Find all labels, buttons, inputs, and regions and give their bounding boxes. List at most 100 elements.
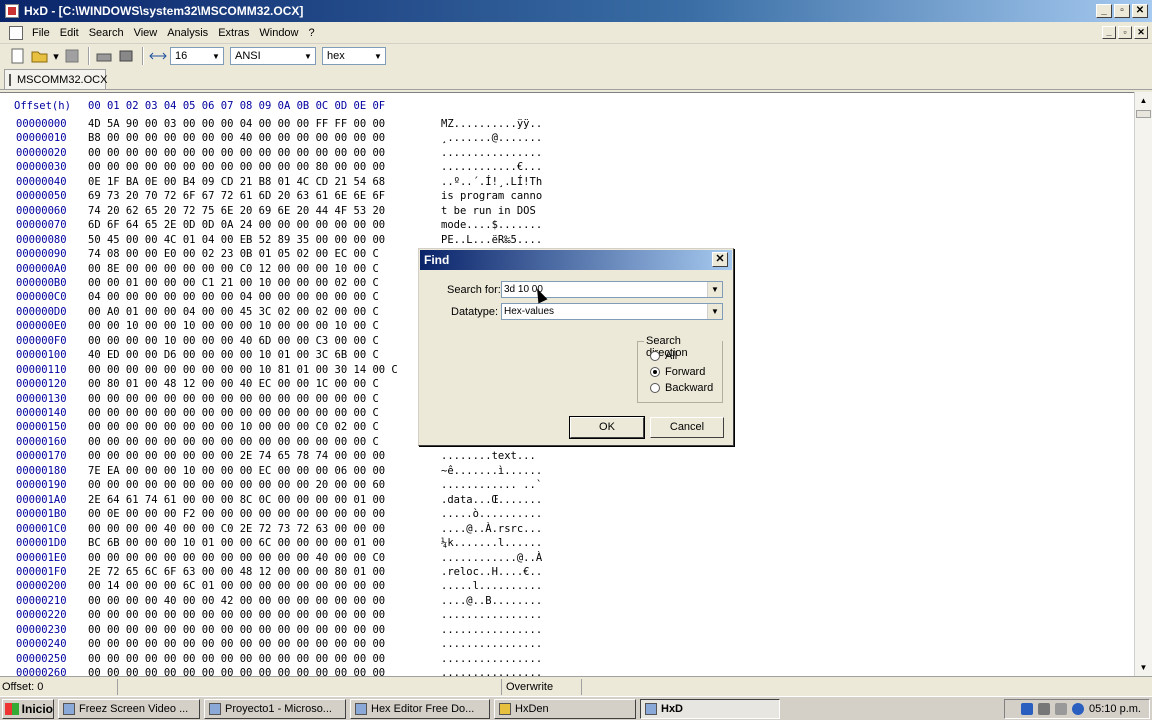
row-hex-bytes[interactable]: 00 00 01 00 00 00 C1 21 00 10 00 00 00 0… xyxy=(88,277,379,289)
cancel-button[interactable]: Cancel xyxy=(650,417,724,438)
row-hex-bytes[interactable]: 00 0E 00 00 00 F2 00 00 00 00 00 00 00 0… xyxy=(88,508,385,520)
menu-view[interactable]: View xyxy=(129,25,163,41)
doc-restore-button[interactable]: ▫ xyxy=(1118,26,1132,39)
hex-row[interactable]: 00000060 74 20 62 65 20 72 75 6E 20 69 6E… xyxy=(0,205,1134,219)
row-hex-bytes[interactable]: 00 00 00 00 00 00 00 00 10 00 00 00 C0 0… xyxy=(88,421,379,433)
row-hex-bytes[interactable]: 00 00 00 00 00 00 00 00 00 00 00 00 00 0… xyxy=(88,667,385,676)
language-icon[interactable] xyxy=(1021,703,1034,715)
menu-analysis[interactable]: Analysis xyxy=(162,25,213,41)
hex-row[interactable]: 00000030 00 00 00 00 00 00 00 00 00 00 00… xyxy=(0,161,1134,175)
document-system-icon[interactable] xyxy=(9,25,23,40)
chevron-down-icon[interactable]: ▼ xyxy=(301,48,315,64)
row-hex-bytes[interactable]: 4D 5A 90 00 03 00 00 00 04 00 00 00 FF F… xyxy=(88,118,385,130)
row-text[interactable]: .....l.......... xyxy=(441,580,542,592)
menu-file[interactable]: File xyxy=(27,25,55,41)
hex-row[interactable]: 00000220 00 00 00 00 00 00 00 00 00 00 00… xyxy=(0,609,1134,623)
row-hex-bytes[interactable]: 00 00 00 00 40 00 00 C0 2E 72 73 72 63 0… xyxy=(88,523,385,535)
hex-row[interactable]: 000001A0 2E 64 61 74 61 00 00 00 8C 0C 00… xyxy=(0,494,1134,508)
hex-row[interactable]: 00000200 00 14 00 00 00 6C 01 00 00 00 00… xyxy=(0,580,1134,594)
row-text[interactable]: ............€... xyxy=(441,161,542,173)
row-text[interactable]: ..º..´.Í!¸.LÍ!Th xyxy=(441,176,542,188)
dialog-close-icon[interactable]: ✕ xyxy=(712,252,728,267)
menu-window[interactable]: Window xyxy=(254,25,303,41)
row-hex-bytes[interactable]: 00 8E 00 00 00 00 00 00 C0 12 00 00 00 1… xyxy=(88,263,379,275)
open-folder-icon[interactable] xyxy=(30,47,50,65)
hex-row[interactable]: 000001C0 00 00 00 00 40 00 00 C0 2E 72 73… xyxy=(0,523,1134,537)
row-hex-bytes[interactable]: 7E EA 00 00 00 10 00 00 00 EC 00 00 00 0… xyxy=(88,465,385,477)
row-hex-bytes[interactable]: 00 00 00 00 00 00 00 00 00 00 00 00 00 0… xyxy=(88,407,379,419)
row-text[interactable]: .....ò.......... xyxy=(441,508,542,520)
row-hex-bytes[interactable]: 00 00 00 00 00 00 00 00 00 00 00 00 00 0… xyxy=(88,638,385,650)
hex-row[interactable]: 00000230 00 00 00 00 00 00 00 00 00 00 00… xyxy=(0,624,1134,638)
scroll-up-icon[interactable]: ▲ xyxy=(1135,92,1152,109)
hex-row[interactable]: 00000010 B8 00 00 00 00 00 00 00 40 00 00… xyxy=(0,132,1134,146)
row-text[interactable]: mode....$....... xyxy=(441,219,542,231)
row-text[interactable]: ............ ..` xyxy=(441,479,542,491)
new-file-icon[interactable] xyxy=(8,47,28,65)
taskbar-item-hxden[interactable]: HxDen xyxy=(494,698,636,719)
row-hex-bytes[interactable]: 00 00 00 00 00 00 00 00 00 00 00 00 40 0… xyxy=(88,552,385,564)
chevron-down-icon[interactable]: ▼ xyxy=(707,282,722,297)
tab-mscomm32[interactable]: MSCOMM32.OCX xyxy=(4,69,107,89)
hex-row[interactable]: 00000240 00 00 00 00 00 00 00 00 00 00 00… xyxy=(0,638,1134,652)
direction-all-radio[interactable]: All xyxy=(650,350,677,362)
hex-row[interactable]: 00000170 00 00 00 00 00 00 00 00 2E 74 65… xyxy=(0,450,1134,464)
ok-button[interactable]: OK xyxy=(569,416,645,439)
row-text[interactable]: ~ê.......ì...... xyxy=(441,465,542,477)
taskbar-item-browser[interactable]: Hex Editor Free Do... xyxy=(350,698,490,719)
row-hex-bytes[interactable]: 00 00 00 00 00 00 00 00 00 00 00 00 00 0… xyxy=(88,393,379,405)
row-hex-bytes[interactable]: 00 00 00 00 40 00 00 42 00 00 00 00 00 0… xyxy=(88,595,385,607)
row-hex-bytes[interactable]: 00 00 00 00 00 00 00 00 00 00 00 00 00 0… xyxy=(88,436,379,448)
row-hex-bytes[interactable]: 00 00 00 00 00 00 00 00 00 00 00 00 00 0… xyxy=(88,653,385,665)
scroll-thumb[interactable] xyxy=(1136,110,1151,118)
row-text[interactable]: ¸.......@....... xyxy=(441,132,542,144)
row-text[interactable]: ....@..B........ xyxy=(441,595,542,607)
chevron-down-icon[interactable]: ▼ xyxy=(707,304,722,319)
taskbar-item-proyecto1[interactable]: Proyecto1 - Microso... xyxy=(204,698,346,719)
row-text[interactable]: ................ xyxy=(441,609,542,621)
row-hex-bytes[interactable]: 00 A0 01 00 00 04 00 00 45 3C 02 00 02 0… xyxy=(88,306,379,318)
doc-close-button[interactable]: ✕ xyxy=(1134,26,1148,39)
hex-row[interactable]: 00000080 50 45 00 00 4C 01 04 00 EB 52 89… xyxy=(0,234,1134,248)
row-text[interactable]: MZ..........ÿÿ.. xyxy=(441,118,542,130)
direction-backward-radio[interactable]: Backward xyxy=(650,382,713,394)
hex-row[interactable]: 00000190 00 00 00 00 00 00 00 00 00 00 00… xyxy=(0,479,1134,493)
row-hex-bytes[interactable]: 04 00 00 00 00 00 00 00 04 00 00 00 00 0… xyxy=(88,291,379,303)
vertical-scrollbar[interactable]: ▲ ▼ xyxy=(1134,92,1152,676)
row-hex-bytes[interactable]: 00 00 00 00 00 00 00 00 00 10 81 01 00 3… xyxy=(88,364,398,376)
close-button[interactable]: ✕ xyxy=(1132,4,1148,18)
doc-minimize-button[interactable]: _ xyxy=(1102,26,1116,39)
row-hex-bytes[interactable]: 00 00 00 00 00 00 00 00 2E 74 65 78 74 0… xyxy=(88,450,385,462)
row-text[interactable]: ........text... xyxy=(441,450,536,462)
hex-row[interactable]: 00000260 00 00 00 00 00 00 00 00 00 00 00… xyxy=(0,667,1134,676)
hex-row[interactable]: 00000020 00 00 00 00 00 00 00 00 00 00 00… xyxy=(0,147,1134,161)
hex-row[interactable]: 00000000 4D 5A 90 00 03 00 00 00 04 00 00… xyxy=(0,118,1134,132)
hex-row[interactable]: 00000180 7E EA 00 00 00 10 00 00 00 EC 00… xyxy=(0,465,1134,479)
row-text[interactable]: ¼k.......l...... xyxy=(441,537,542,549)
row-text[interactable]: t be run in DOS xyxy=(441,205,542,217)
row-text[interactable]: ................ xyxy=(441,653,542,665)
offset-base-select[interactable]: hex ▼ xyxy=(322,47,386,65)
row-hex-bytes[interactable]: 00 00 00 00 00 00 00 00 00 00 00 00 00 0… xyxy=(88,609,385,621)
row-hex-bytes[interactable]: 0E 1F BA 0E 00 B4 09 CD 21 B8 01 4C CD 2… xyxy=(88,176,385,188)
row-hex-bytes[interactable]: 6D 6F 64 65 2E 0D 0D 0A 24 00 00 00 00 0… xyxy=(88,219,385,231)
hex-row[interactable]: 000001B0 00 0E 00 00 00 F2 00 00 00 00 00… xyxy=(0,508,1134,522)
row-hex-bytes[interactable]: 50 45 00 00 4C 01 04 00 EB 52 89 35 00 0… xyxy=(88,234,385,246)
volume-icon[interactable] xyxy=(1055,703,1068,715)
menu-search[interactable]: Search xyxy=(84,25,129,41)
row-text[interactable]: ....@..À.rsrc... xyxy=(441,523,542,535)
bytes-per-row-select[interactable]: 16 ▼ xyxy=(170,47,224,65)
row-text[interactable]: ................ xyxy=(441,667,542,676)
row-hex-bytes[interactable]: 74 20 62 65 20 72 75 6E 20 69 6E 20 44 4… xyxy=(88,205,385,217)
chevron-down-icon[interactable]: ▼ xyxy=(371,48,385,64)
hex-row[interactable]: 00000050 69 73 20 70 72 6F 67 72 61 6D 20… xyxy=(0,190,1134,204)
scroll-down-icon[interactable]: ▼ xyxy=(1135,659,1152,676)
row-text[interactable]: ................ xyxy=(441,638,542,650)
tray-app-icon[interactable] xyxy=(1038,703,1051,715)
direction-forward-radio[interactable]: Forward xyxy=(650,366,705,378)
row-text[interactable]: PE..L...ëR‰5.... xyxy=(441,234,542,246)
row-hex-bytes[interactable]: 2E 72 65 6C 6F 63 00 00 48 12 00 00 00 8… xyxy=(88,566,385,578)
charset-select[interactable]: ANSI ▼ xyxy=(230,47,316,65)
hex-row[interactable]: 00000070 6D 6F 64 65 2E 0D 0D 0A 24 00 00… xyxy=(0,219,1134,233)
save-icon[interactable] xyxy=(62,47,82,65)
